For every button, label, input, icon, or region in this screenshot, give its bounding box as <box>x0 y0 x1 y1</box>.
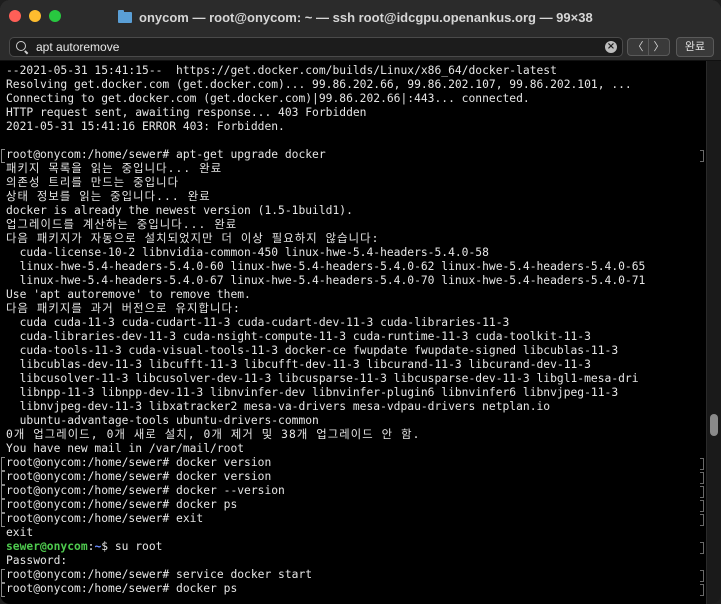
window-title: onycom — root@onycom: ~ — ssh root@idcgp… <box>139 9 593 25</box>
terminal-line: 상태 정보를 읽는 중입니다... 완료 <box>6 190 211 203</box>
terminal-line: root@onycom:/home/sewer# exit <box>1 512 706 527</box>
done-button[interactable]: 완료 <box>676 37 714 57</box>
terminal-line: 의존성 트리를 만드는 중입니다 <box>6 176 180 189</box>
terminal-line: Use 'apt autoremove' to remove them. <box>6 288 251 301</box>
terminal-lines: --2021-05-31 15:41:15-- https://get.dock… <box>1 64 706 597</box>
terminal-line: linux-hwe-5.4-headers-5.4.0-67 linux-hwe… <box>6 274 646 287</box>
terminal-line: root@onycom:/home/sewer# docker ps <box>1 582 706 597</box>
terminal-line: root@onycom:/home/sewer# apt-get upgrade… <box>1 148 706 163</box>
terminal-line: 0개 업그레이드, 0개 새로 설치, 0개 제거 및 38개 업그레이드 안 … <box>6 428 421 441</box>
terminal-line: exit <box>6 526 34 539</box>
terminal-line: ubuntu-advantage-tools ubuntu-drivers-co… <box>6 414 319 427</box>
terminal-line: cuda-license-10-2 libnvidia-common-450 l… <box>6 246 489 259</box>
terminal-line: cuda-tools-11-3 cuda-visual-tools-11-3 d… <box>6 344 619 357</box>
terminal-output[interactable]: --2021-05-31 15:41:15-- https://get.dock… <box>0 61 706 604</box>
terminal-line: You have new mail in /var/mail/root <box>6 442 245 455</box>
terminal-line: cuda-libraries-dev-11-3 cuda-nsight-comp… <box>6 330 591 343</box>
window-title-group: onycom — root@onycom: ~ — ssh root@idcgp… <box>118 8 593 26</box>
terminal-line: libnvjpeg-dev-11-3 libxatracker2 mesa-va… <box>6 400 551 413</box>
terminal-line: root@onycom:/home/sewer# docker version <box>1 456 706 471</box>
terminal-line: root@onycom:/home/sewer# docker version <box>1 470 706 485</box>
find-previous-button[interactable]: 〈 <box>628 39 648 55</box>
close-window-button[interactable] <box>9 10 21 22</box>
terminal-line: libcublas-dev-11-3 libcufft-11-3 libcuff… <box>6 358 591 371</box>
terminal-line: Password: <box>6 554 68 567</box>
search-input[interactable] <box>36 39 596 55</box>
terminal-line: 업그레이드를 계산하는 중입니다... 완료 <box>6 218 238 231</box>
terminal-line: --2021-05-31 15:41:15-- https://get.dock… <box>6 64 557 77</box>
terminal-line: 다음 패키지를 과거 버전으로 유지합니다: <box>6 302 241 315</box>
search-icon <box>16 41 26 51</box>
title-bar[interactable]: onycom — root@onycom: ~ — ssh root@idcgp… <box>0 0 721 34</box>
scrollbar-thumb[interactable] <box>710 414 718 436</box>
terminal-line: root@onycom:/home/sewer# service docker … <box>1 568 706 583</box>
terminal-line: 패키지 목록을 읽는 중입니다... 완료 <box>6 162 223 175</box>
terminal-window: onycom — root@onycom: ~ — ssh root@idcgp… <box>0 0 721 604</box>
folder-icon <box>118 9 132 23</box>
terminal-line: libcusolver-11-3 libcusolver-dev-11-3 li… <box>6 372 639 385</box>
find-next-button[interactable]: 〉 <box>648 39 669 55</box>
terminal-line: sewer@onycom:~$ su root <box>6 540 706 554</box>
search-field[interactable]: × <box>9 37 623 57</box>
terminal-line: Connecting to get.docker.com (get.docker… <box>6 92 530 105</box>
terminal-line: Resolving get.docker.com (get.docker.com… <box>6 78 632 91</box>
terminal-line: root@onycom:/home/sewer# docker --versio… <box>1 484 706 499</box>
terminal-line: libnpp-11-3 libnpp-dev-11-3 libnvinfer-d… <box>6 386 619 399</box>
terminal-line: linux-hwe-5.4-headers-5.4.0-60 linux-hwe… <box>6 260 646 273</box>
terminal-line: HTTP request sent, awaiting response... … <box>6 106 367 119</box>
terminal-line: root@onycom:/home/sewer# docker ps <box>1 498 706 513</box>
find-bar: × 〈 〉 완료 <box>0 33 721 61</box>
search-nav-group: 〈 〉 <box>627 38 670 56</box>
zoom-window-button[interactable] <box>49 10 61 22</box>
terminal-line: 2021-05-31 15:41:16 ERROR 403: Forbidden… <box>6 120 285 133</box>
terminal-line: cuda cuda-11-3 cuda-cudart-11-3 cuda-cud… <box>6 316 510 329</box>
terminal-line: docker is already the newest version (1.… <box>6 204 353 217</box>
clear-search-button[interactable]: × <box>605 41 617 53</box>
vertical-scrollbar[interactable] <box>706 61 721 604</box>
prompt-user-host: sewer@onycom <box>6 540 88 553</box>
minimize-window-button[interactable] <box>29 10 41 22</box>
terminal-line: 다음 패키지가 자동으로 설치되었지만 더 이상 필요하지 않습니다: <box>6 232 380 245</box>
prompt-command: $ su root <box>101 540 163 553</box>
